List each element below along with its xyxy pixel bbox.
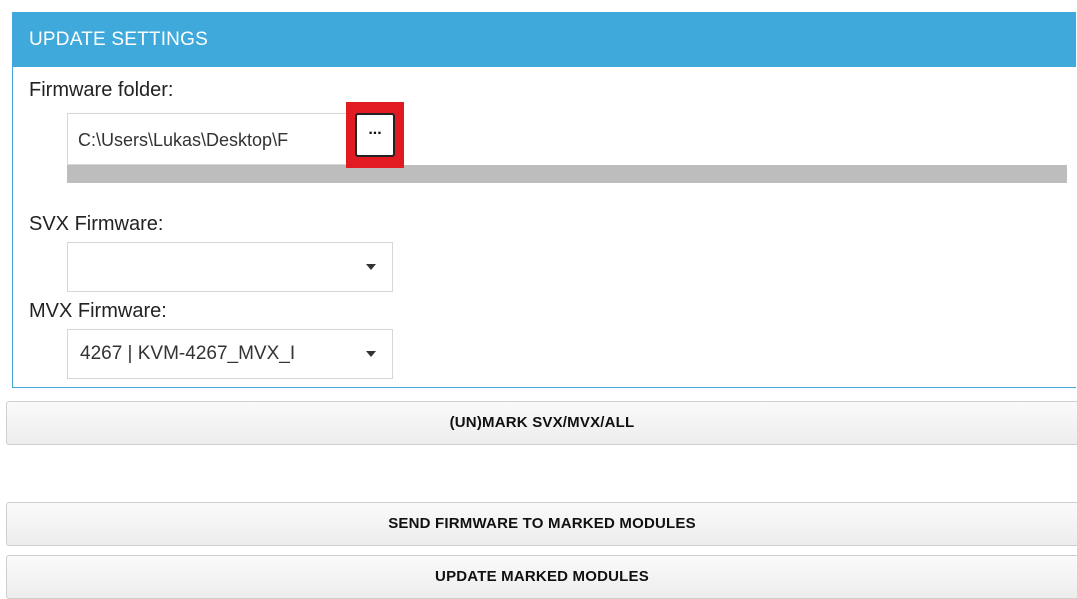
send-firmware-button[interactable]: SEND FIRMWARE TO MARKED MODULES: [6, 502, 1077, 546]
mvx-firmware-value: 4267 | KVM-4267_MVX_I: [80, 343, 296, 364]
update-marked-modules-button[interactable]: UPDATE MARKED MODULES: [6, 555, 1077, 599]
firmware-folder-input[interactable]: C:\Users\Lukas\Desktop\F: [67, 113, 367, 165]
firmware-folder-path: C:\Users\Lukas\Desktop\F: [78, 130, 289, 150]
update-settings-panel: UPDATE SETTINGS Firmware folder: C:\User…: [12, 12, 1076, 388]
firmware-folder-label: Firmware folder:: [29, 79, 174, 101]
chevron-down-icon: [366, 351, 376, 357]
upload-progress-bar: [67, 165, 1067, 183]
browse-button-highlight: ...: [346, 102, 404, 168]
mvx-firmware-label: MVX Firmware:: [29, 300, 167, 322]
svx-firmware-select[interactable]: [67, 242, 393, 292]
svx-firmware-label: SVX Firmware:: [29, 213, 164, 235]
browse-folder-button[interactable]: ...: [355, 113, 395, 157]
chevron-down-icon: [366, 264, 376, 270]
mvx-firmware-select[interactable]: 4267 | KVM-4267_MVX_I: [67, 329, 393, 379]
unmark-svx-mvx-all-button[interactable]: (UN)MARK SVX/MVX/ALL: [6, 401, 1077, 445]
panel-title: UPDATE SETTINGS: [13, 13, 1076, 67]
